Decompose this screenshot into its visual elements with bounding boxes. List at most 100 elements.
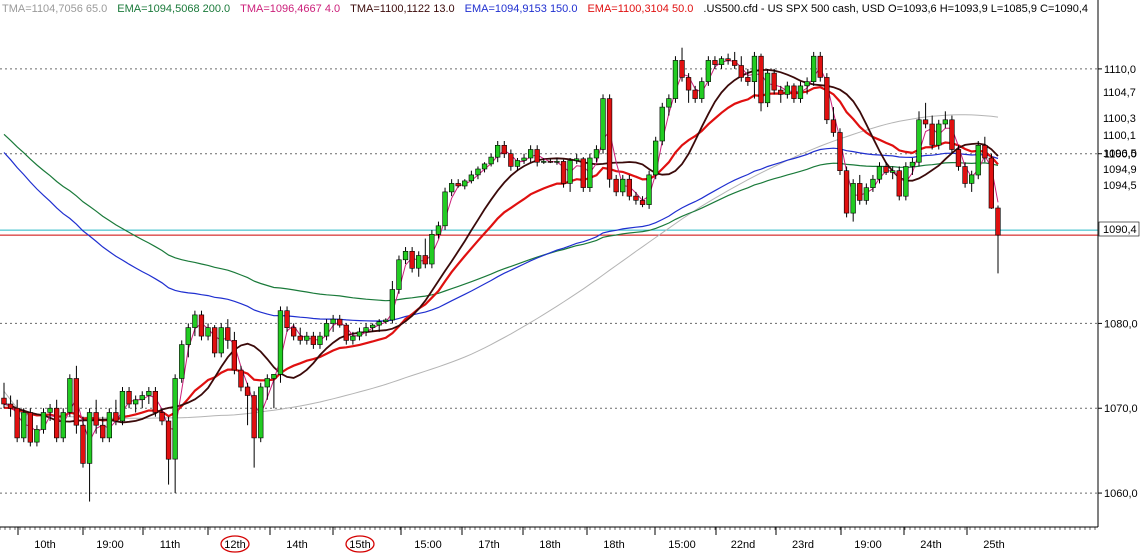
candle-body-bull <box>527 149 534 159</box>
candle <box>646 170 652 209</box>
candle-body-bear <box>679 60 685 78</box>
candle <box>824 73 830 125</box>
candle-body-bear <box>949 119 955 150</box>
candle <box>672 56 679 103</box>
x-tick-label: 24th <box>920 539 941 551</box>
candle-body-bear <box>14 407 20 439</box>
candle-body-bear <box>251 395 257 439</box>
candle-body-bull <box>218 327 224 354</box>
candle <box>843 166 850 218</box>
candle-body-bull <box>797 85 804 99</box>
x-tick-label: 18th <box>603 539 624 551</box>
candle-body-bull <box>383 319 389 323</box>
candle-body-bull <box>810 55 817 83</box>
candle-body-bear <box>231 340 237 371</box>
header-item: EMA=1094,5068 200.0 <box>117 3 230 15</box>
candle-body-bull <box>429 234 435 265</box>
candle <box>442 187 448 231</box>
candle-body-bull <box>903 166 909 197</box>
candle-body-bull <box>139 395 145 400</box>
candle-body-bear <box>745 77 751 82</box>
candle-body-bull <box>172 378 178 460</box>
candle-body-bear <box>337 318 343 326</box>
price-label-last: 1090,4 <box>1103 224 1137 236</box>
candle-body-bull <box>468 174 474 182</box>
candle-body-bull <box>277 310 284 375</box>
x-tick-label: 23rd <box>792 539 814 551</box>
candle-body-bull <box>936 123 942 146</box>
candle-body-bull <box>541 161 547 163</box>
candle-body-bull <box>876 166 883 180</box>
candle-body-bull <box>60 412 66 439</box>
candle-body-bear <box>225 327 231 341</box>
candle-body-bear <box>100 424 106 439</box>
candle-body-bear <box>843 170 850 214</box>
candle-body-bear <box>126 390 132 405</box>
candle-body-bear <box>7 403 14 409</box>
candle-body-bear <box>1 397 7 405</box>
candle-body-bear <box>501 145 507 155</box>
candle-body-bull <box>916 119 922 163</box>
x-tick-label: 19:00 <box>854 539 882 551</box>
candle-body-bear <box>409 251 415 269</box>
x-tick-label: 14th <box>286 539 307 551</box>
candle-body-bull <box>462 180 468 187</box>
candle-body-bull <box>40 412 47 430</box>
candle-body-bull <box>587 157 593 189</box>
x-tick-label: 19:00 <box>96 539 124 551</box>
candle-body-bear <box>284 310 290 329</box>
candle-body-bull <box>521 157 527 161</box>
candle-body-bull <box>350 335 356 341</box>
candle-body-bear <box>198 314 205 337</box>
candle-body-bear <box>929 123 935 146</box>
price-label-tma65: 1104,7 <box>1103 87 1136 99</box>
candle-body-bull <box>323 323 330 337</box>
candle-body-bear <box>712 60 718 65</box>
candle-body-bear <box>455 183 461 187</box>
candle <box>212 325 218 358</box>
x-tick-label: 15th <box>349 539 370 551</box>
x-tick-label: 11th <box>160 539 181 551</box>
candle-body-bull <box>593 149 600 159</box>
candle-body-bear <box>962 166 968 184</box>
candle <box>27 408 33 447</box>
candle-body-bull <box>573 158 580 161</box>
price-label-ema150: 1094,9 <box>1103 164 1137 176</box>
candle-body-bear <box>606 98 613 180</box>
candle-body-bear <box>27 412 33 443</box>
candle <box>179 340 185 383</box>
candle-body-bear <box>73 378 79 426</box>
candle-body-bull <box>34 429 40 443</box>
candle <box>758 53 764 112</box>
candle-body-bull <box>718 58 725 65</box>
candle-body-bull <box>705 60 711 82</box>
candle-body-bear <box>297 335 303 341</box>
candle <box>600 94 606 154</box>
candle <box>896 166 902 201</box>
candle-body-bear <box>343 324 349 341</box>
candle <box>429 230 435 269</box>
header-item: TMA=1100,1122 13.0 <box>350 3 454 15</box>
candle-body-bear <box>725 58 731 61</box>
candle-body-bear <box>165 420 172 460</box>
header-item: .US500.cfd - US SPX 500 cash, USD O=1093… <box>703 3 1088 15</box>
candle-body-bull <box>47 407 53 413</box>
candle-body-bull <box>258 386 264 439</box>
header-item: EMA=1100,3104 50.0 <box>587 3 693 15</box>
candle <box>975 141 981 180</box>
candle-body-bull <box>317 335 323 345</box>
candle <box>396 255 402 294</box>
y-tick-label: 1070,0 <box>1104 403 1138 415</box>
candle-body-bear <box>93 412 99 426</box>
candle <box>837 128 843 175</box>
candle-body-bull <box>369 324 376 328</box>
x-tick-label: 18th <box>539 539 560 551</box>
candle-body-bear <box>982 145 988 159</box>
candle-body-bear <box>613 178 619 193</box>
candle-body-bear <box>152 390 158 413</box>
candle-body-bull <box>179 344 185 379</box>
candle <box>988 153 994 209</box>
candle-body-bull <box>133 399 139 405</box>
candle <box>560 159 567 188</box>
candle-body-bear <box>422 255 428 265</box>
